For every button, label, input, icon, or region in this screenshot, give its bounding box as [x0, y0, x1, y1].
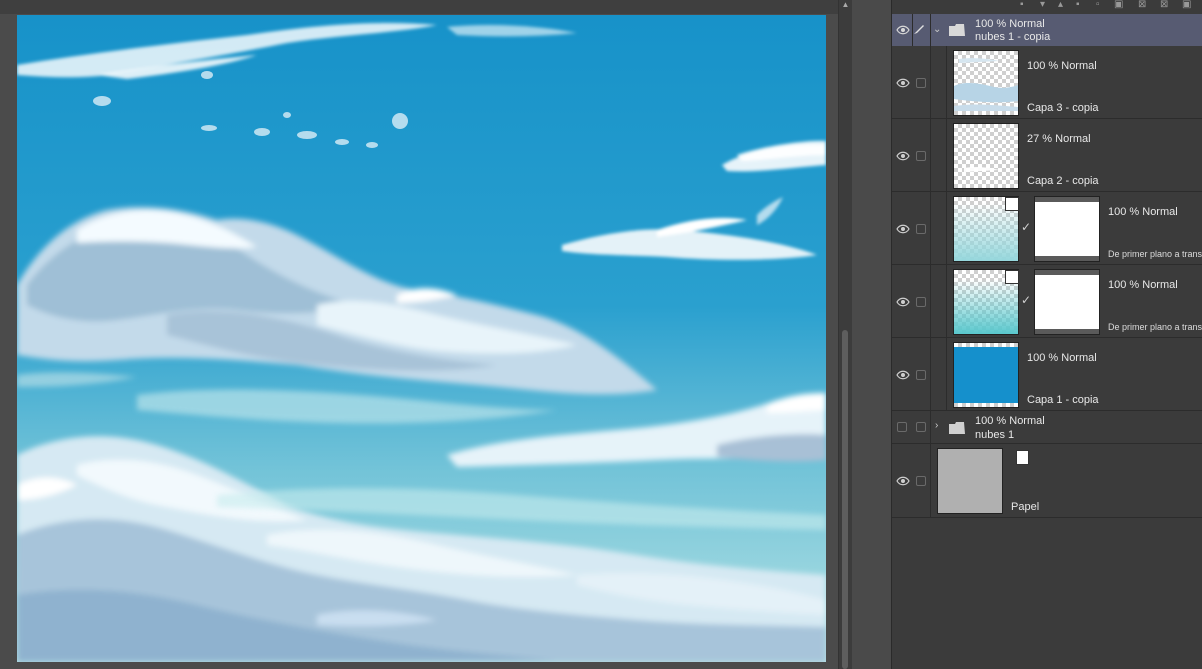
layer-tool-icon[interactable]: ▪ — [1020, 0, 1024, 10]
eye-icon[interactable] — [896, 297, 910, 307]
canvas-area — [0, 0, 838, 669]
layer-lock-box[interactable] — [916, 422, 926, 432]
layer-blend-mode: 100 % Normal — [1108, 206, 1178, 218]
layer-lock-box[interactable] — [916, 78, 926, 88]
layer-lock-box[interactable] — [916, 224, 926, 234]
layer-lock-box[interactable] — [916, 297, 926, 307]
chevron-down-icon[interactable]: ⌄ — [933, 24, 941, 35]
paper-layer-icon — [1016, 450, 1029, 465]
layer-blend-mode: 100 % Normal — [975, 18, 1045, 30]
layer-name: Papel — [1011, 501, 1040, 513]
reference-tool-icon[interactable]: ▫ — [1096, 0, 1100, 10]
delete-tool-icon[interactable]: ⊠ — [1160, 0, 1168, 10]
eye-icon[interactable] — [896, 476, 910, 486]
layer-lock-box[interactable] — [916, 370, 926, 380]
eye-icon[interactable] — [896, 224, 910, 234]
layer-name: Capa 2 - copia — [1027, 175, 1099, 187]
layer-name: De primer plano a transparente — [1108, 322, 1202, 332]
scroll-up-arrow-icon[interactable]: ▲ — [841, 0, 850, 10]
fill-tool-icon[interactable]: ▪ — [1076, 0, 1080, 10]
sky-painting — [17, 15, 826, 662]
layer-row-gradient-1[interactable]: ✓ 100 % Normal De primer plano a transpa… — [892, 192, 1202, 265]
layer-thumbnail — [953, 342, 1019, 408]
layer-blend-mode: 100 % Normal — [975, 415, 1045, 427]
layer-name: Capa 1 - copia — [1027, 394, 1099, 406]
layer-blend-mode: 100 % Normal — [1027, 60, 1097, 72]
folder-icon — [949, 23, 965, 36]
layer-thumbnail — [953, 123, 1019, 189]
canvas-vertical-scrollbar[interactable]: ▲ — [838, 0, 852, 669]
view-tool-icon[interactable]: ▣ — [1182, 0, 1191, 10]
layer-lock-box[interactable] — [916, 476, 926, 486]
layer-row-capa-1-copia[interactable]: 100 % Normal Capa 1 - copia — [892, 338, 1202, 411]
eye-icon[interactable] — [896, 25, 910, 35]
layer-row-folder-nubes-1[interactable]: › 100 % Normal nubes 1 — [892, 411, 1202, 444]
clear-tool-icon[interactable]: ⊠ — [1138, 0, 1146, 10]
layer-name: nubes 1 - copia — [975, 31, 1051, 43]
visibility-box[interactable] — [897, 422, 907, 432]
layer-blend-mode: 100 % Normal — [1027, 352, 1097, 364]
canvas-top-bar — [0, 0, 838, 14]
check-icon[interactable]: ✓ — [1021, 293, 1031, 307]
eye-icon[interactable] — [896, 151, 910, 161]
mask-thumbnail[interactable] — [1034, 269, 1100, 335]
layer-row-papel[interactable]: Papel — [892, 444, 1202, 518]
panel-gap — [852, 0, 891, 669]
layer-thumbnail — [953, 50, 1019, 116]
pen-icon — [913, 23, 927, 34]
eye-icon[interactable] — [896, 78, 910, 88]
gradient-badge-icon — [1005, 197, 1019, 211]
layer-lock-box[interactable] — [916, 151, 926, 161]
layer-row-folder-nubes-1-copia[interactable]: ⌄ 100 % Normal nubes 1 - copia — [892, 14, 1202, 47]
layer-panel: ▪ ▾ ▴ ▪ ▫ ▣ ⊠ ⊠ ▣ ⌄ 100 % Normal nubes 1… — [891, 0, 1202, 669]
lock-tool-icon[interactable]: ▾ — [1040, 0, 1045, 10]
pin-tool-icon[interactable]: ▴ — [1058, 0, 1063, 10]
layer-name: De primer plano a transparente — [1108, 249, 1202, 259]
artwork-canvas[interactable] — [17, 15, 826, 662]
mask-thumbnail[interactable] — [1034, 196, 1100, 262]
layer-panel-toolbar: ▪ ▾ ▴ ▪ ▫ ▣ ⊠ ⊠ ▣ — [892, 0, 1202, 14]
mask-tool-icon[interactable]: ▣ — [1114, 0, 1123, 10]
layer-name: nubes 1 — [975, 429, 1015, 441]
scroll-thumb[interactable] — [842, 330, 848, 669]
layer-blend-mode: 100 % Normal — [1108, 279, 1178, 291]
gradient-badge-icon — [1005, 270, 1019, 284]
chevron-right-icon[interactable]: › — [935, 420, 938, 431]
layer-blend-mode: 27 % Normal — [1027, 133, 1091, 145]
layer-row-gradient-2[interactable]: ✓ 100 % Normal De primer plano a transpa… — [892, 265, 1202, 338]
layer-name: Capa 3 - copia — [1027, 102, 1099, 114]
eye-icon[interactable] — [896, 370, 910, 380]
check-icon[interactable]: ✓ — [1021, 220, 1031, 234]
layer-row-capa-2-copia[interactable]: 27 % Normal Capa 2 - copia — [892, 119, 1202, 192]
layer-row-capa-3-copia[interactable]: 100 % Normal Capa 3 - copia — [892, 46, 1202, 119]
folder-icon — [949, 421, 965, 434]
paper-thumbnail — [937, 448, 1003, 514]
